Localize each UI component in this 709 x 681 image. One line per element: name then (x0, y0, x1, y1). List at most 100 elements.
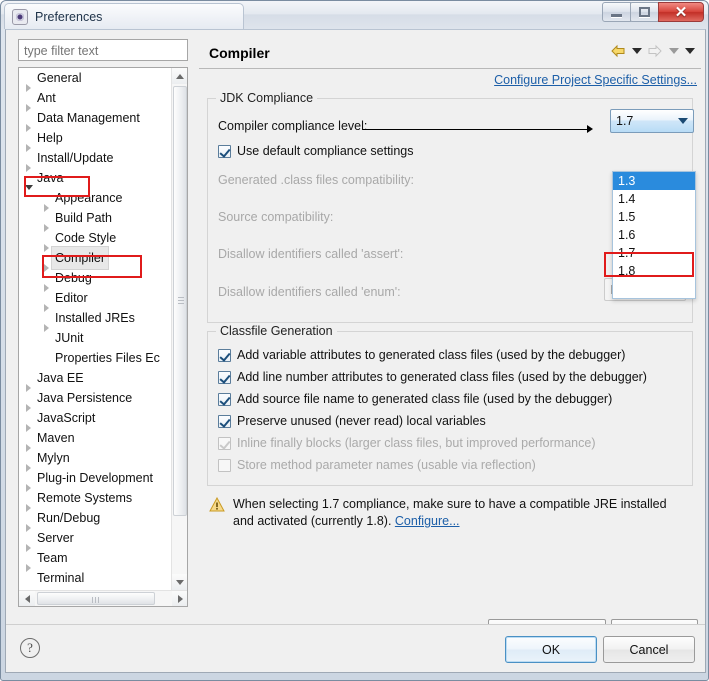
triangle-down-icon (176, 579, 184, 585)
sidebar-item-run-debug[interactable]: Run/Debug (19, 508, 172, 532)
help-icon[interactable]: ? (20, 638, 40, 658)
leader-arrowhead (587, 125, 593, 133)
sidebar-item-compiler[interactable]: Compiler (19, 247, 172, 272)
window-titlebar[interactable]: Preferences ✕ (1, 1, 708, 29)
tree-hscrollbar-thumb[interactable] (37, 592, 155, 605)
sidebar-item-label: Build Path (55, 211, 112, 225)
sidebar-item-javascript[interactable]: JavaScript (19, 408, 172, 432)
back-arrow-icon[interactable] (609, 43, 627, 59)
scroll-down-button[interactable] (172, 574, 187, 590)
sidebar-item-code-style[interactable]: Code Style (19, 228, 172, 252)
checkbox-icon (218, 348, 231, 362)
sidebar-item-properties-files-editor[interactable]: Properties Files Ec (19, 348, 172, 368)
sidebar-item-label: Plug-in Development (37, 471, 154, 485)
minimize-button[interactable] (602, 2, 631, 22)
sidebar-item-label: Java (37, 171, 64, 185)
sidebar-item-appearance[interactable]: Appearance (19, 188, 172, 212)
sidebar-item-terminal[interactable]: Terminal (19, 568, 172, 588)
scroll-right-button[interactable] (172, 591, 187, 606)
tree-scrollbar-thumb[interactable] (173, 86, 187, 516)
sidebar-item-build-path[interactable]: Build Path (19, 208, 172, 232)
filter-input[interactable] (18, 39, 188, 61)
sidebar-item-installed-jres[interactable]: Installed JREs (19, 308, 172, 332)
preserve-unused-locals-checkbox[interactable]: Preserve unused (never read) local varia… (218, 414, 486, 428)
sidebar-item-debug[interactable]: Debug (19, 268, 172, 292)
sidebar-item-ant[interactable]: Ant (19, 88, 172, 112)
view-menu-chevron-down-icon[interactable] (683, 43, 696, 59)
sidebar-item-label: Java EE (37, 371, 84, 385)
tree-vertical-scrollbar[interactable] (171, 68, 187, 590)
back-menu-chevron-down-icon[interactable] (630, 43, 643, 59)
sidebar-item-general[interactable]: General (19, 68, 172, 92)
configure-link[interactable]: Configure... (395, 514, 460, 528)
preferences-dialog-window: Preferences ✕ General (0, 0, 709, 681)
scroll-left-button[interactable] (19, 591, 35, 606)
generated-class-files-compatibility-label: Generated .class files compatibility: (218, 173, 414, 187)
sidebar-item-server[interactable]: Server (19, 528, 172, 552)
checkbox-icon (218, 370, 231, 384)
ok-button[interactable]: OK (505, 636, 597, 663)
sidebar-item-java[interactable]: Java (19, 168, 172, 190)
sidebar-item-label: Mylyn (37, 451, 70, 465)
source-compatibility-label: Source compatibility: (218, 210, 334, 224)
page-title: Compiler (209, 45, 270, 61)
add-line-number-attributes-checkbox[interactable]: Add line number attributes to generated … (218, 370, 647, 384)
sidebar-item-label: Compiler (52, 247, 109, 269)
warning-line-1: When selecting 1.7 compliance, make sure… (233, 497, 667, 511)
dropdown-option-1-6[interactable]: 1.6 (613, 226, 695, 244)
sidebar-item-help[interactable]: Help (19, 128, 172, 152)
classfile-generation-group: Classfile Generation Add variable attrib… (207, 324, 693, 486)
dropdown-option-1-8[interactable]: 1.8 (613, 262, 695, 280)
preferences-tree-viewport: General Ant Data Management Help Install… (19, 68, 172, 590)
sidebar-item-label: General (37, 71, 82, 85)
sidebar-item-editor[interactable]: Editor (19, 288, 172, 312)
maximize-button[interactable] (630, 2, 659, 22)
cancel-button[interactable]: Cancel (603, 636, 695, 663)
chevron-down-icon (677, 118, 688, 124)
dropdown-option-1-7[interactable]: 1.7 (613, 244, 695, 262)
sidebar-item-install-update[interactable]: Install/Update (19, 148, 172, 172)
compiler-compliance-level-combo[interactable]: 1.7 (610, 109, 694, 133)
sidebar-item-label: Server (37, 531, 74, 545)
tree-horizontal-scrollbar[interactable] (19, 590, 187, 606)
combo-dropdown-button[interactable] (674, 110, 691, 132)
jdk-compliance-legend: JDK Compliance (216, 91, 318, 105)
sidebar-item-remote-systems[interactable]: Remote Systems (19, 488, 172, 512)
sidebar-item-java-ee[interactable]: Java EE (19, 368, 172, 392)
sidebar-item-java-persistence[interactable]: Java Persistence (19, 388, 172, 412)
sidebar-item-label: Ant (37, 91, 56, 105)
sidebar-item-plug-in-development[interactable]: Plug-in Development (19, 468, 172, 492)
sidebar-item-label: Debug (55, 271, 92, 285)
dropdown-option-1-4[interactable]: 1.4 (613, 190, 695, 208)
sidebar-item-team[interactable]: Team (19, 548, 172, 572)
dropdown-option-1-3[interactable]: 1.3 (613, 172, 695, 190)
add-source-file-name-checkbox[interactable]: Add source file name to generated class … (218, 392, 612, 406)
store-method-parameter-names-label: Store method parameter names (usable via… (237, 458, 536, 472)
dropdown-option-1-5[interactable]: 1.5 (613, 208, 695, 226)
store-method-parameter-names-checkbox: Store method parameter names (usable via… (218, 458, 536, 472)
use-default-compliance-label: Use default compliance settings (237, 144, 414, 158)
sidebar-item-mylyn[interactable]: Mylyn (19, 448, 172, 472)
add-variable-attributes-checkbox[interactable]: Add variable attributes to generated cla… (218, 348, 625, 362)
sidebar-item-data-management[interactable]: Data Management (19, 108, 172, 132)
minimize-icon (611, 13, 622, 17)
checkbox-icon (218, 144, 231, 158)
scroll-up-button[interactable] (172, 68, 187, 84)
sidebar-item-maven[interactable]: Maven (19, 428, 172, 452)
configure-project-link-row: Configure Project Specific Settings... (199, 70, 701, 92)
compliance-level-dropdown-list[interactable]: 1.3 1.4 1.5 1.6 1.7 1.8 (612, 171, 696, 299)
disallow-assert-label: Disallow identifiers called 'assert': (218, 247, 404, 261)
classfile-generation-legend: Classfile Generation (216, 324, 337, 338)
close-button[interactable]: ✕ (658, 2, 704, 22)
dialog-body: General Ant Data Management Help (5, 29, 706, 673)
sidebar-item-label: Help (37, 131, 63, 145)
configure-project-specific-settings-link[interactable]: Configure Project Specific Settings... (494, 73, 697, 87)
preferences-sidebar: General Ant Data Management Help (12, 36, 194, 613)
dropdown-blank-row (613, 280, 695, 298)
compiler-settings-panel: Compiler Configure Project Specific Sett… (199, 36, 701, 644)
sidebar-item-junit[interactable]: JUnit (19, 328, 172, 348)
add-source-file-name-label: Add source file name to generated class … (237, 392, 613, 406)
use-default-compliance-checkbox[interactable]: Use default compliance settings (218, 144, 413, 158)
disallow-enum-label: Disallow identifiers called 'enum': (218, 285, 401, 299)
checkbox-icon (218, 458, 231, 472)
